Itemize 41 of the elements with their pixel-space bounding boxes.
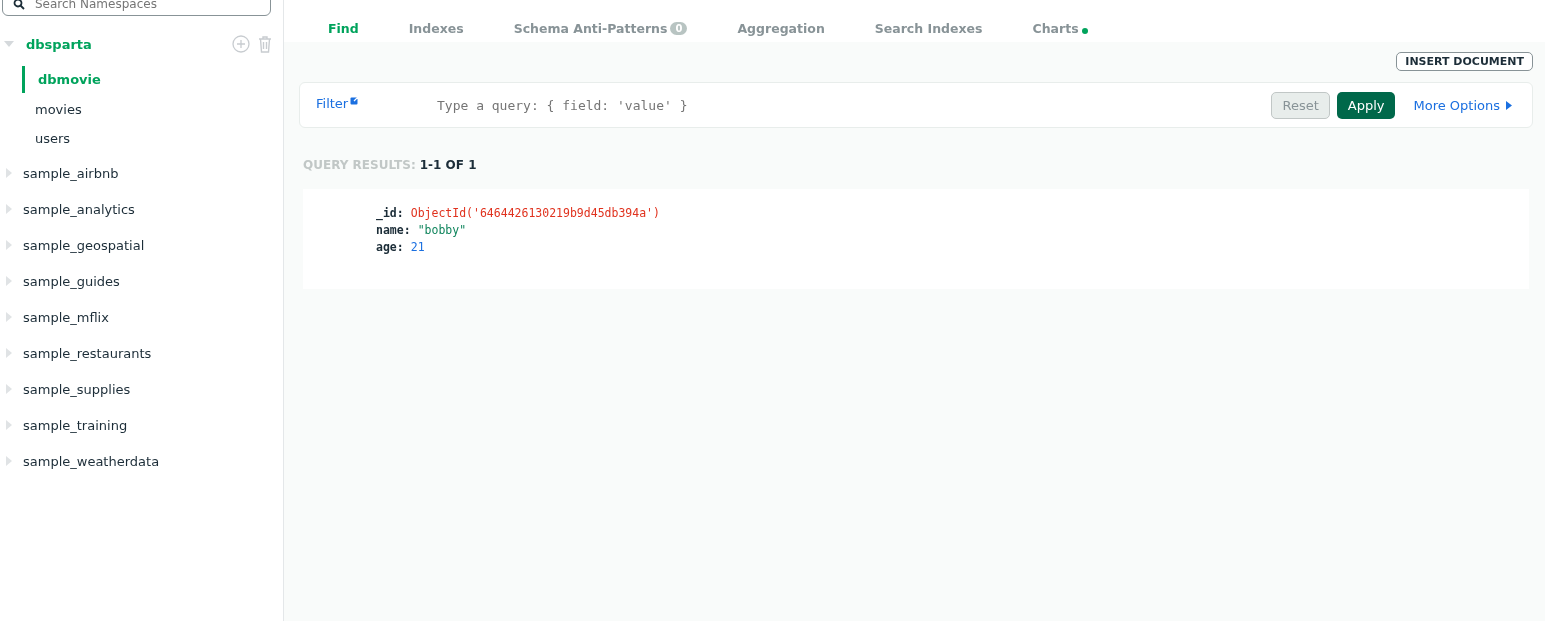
trash-icon[interactable] [258,35,272,53]
database-item[interactable]: sample_geospatial [23,237,145,253]
external-link-icon [350,95,360,105]
database-item[interactable]: sample_restaurants [23,345,152,361]
database-item[interactable]: sample_weatherdata [23,453,160,469]
query-input[interactable]: Type a query: { field: 'value' } [435,96,1272,114]
database-item[interactable]: sample_analytics [23,201,135,217]
database-item[interactable]: sample_mflix [23,309,109,325]
caret-icon[interactable] [4,312,14,322]
filter-link[interactable]: Filter [316,95,435,111]
field-value: "bobby" [417,223,467,237]
filter-bar[interactable]: Filter Type a query: { field: 'value' } Reset Apply More Options [299,82,1533,128]
caret-icon[interactable] [4,456,14,466]
search-icon [13,0,25,10]
results-label: QUERY RESULTS: [303,158,416,172]
count-badge: 0 [670,22,688,35]
field-key: age: [376,240,404,254]
database-item[interactable]: sample_guides [23,273,120,289]
insert-document-button[interactable]: INSERT DOCUMENT [1396,52,1533,71]
database-item[interactable]: sample_airbnb [23,165,119,181]
field-value: 21 [410,240,425,254]
collection-item[interactable]: movies [35,97,283,122]
caret-icon[interactable] [4,384,14,394]
database-item[interactable]: sample_supplies [23,381,131,397]
caret-icon[interactable] [4,348,14,358]
database-item[interactable]: sample_training [23,417,128,433]
caret-icon [1506,100,1512,110]
field-key: _id: [376,206,404,220]
apply-button[interactable]: Apply [1336,91,1396,119]
field-value: ObjectId('6464426130219b9d45db394a') [410,206,660,220]
caret-icon[interactable] [4,204,14,214]
collection-item[interactable]: users [35,126,283,151]
caret-icon[interactable] [4,39,14,49]
results-count: 1-1 OF 1 [419,158,477,172]
caret-icon[interactable] [4,420,14,430]
caret-icon[interactable] [4,276,14,286]
caret-icon[interactable] [4,168,14,178]
caret-icon[interactable] [4,240,14,250]
more-options-link[interactable]: More Options [1413,97,1512,113]
plus-icon[interactable] [232,35,250,53]
field-key: name: [376,223,411,237]
